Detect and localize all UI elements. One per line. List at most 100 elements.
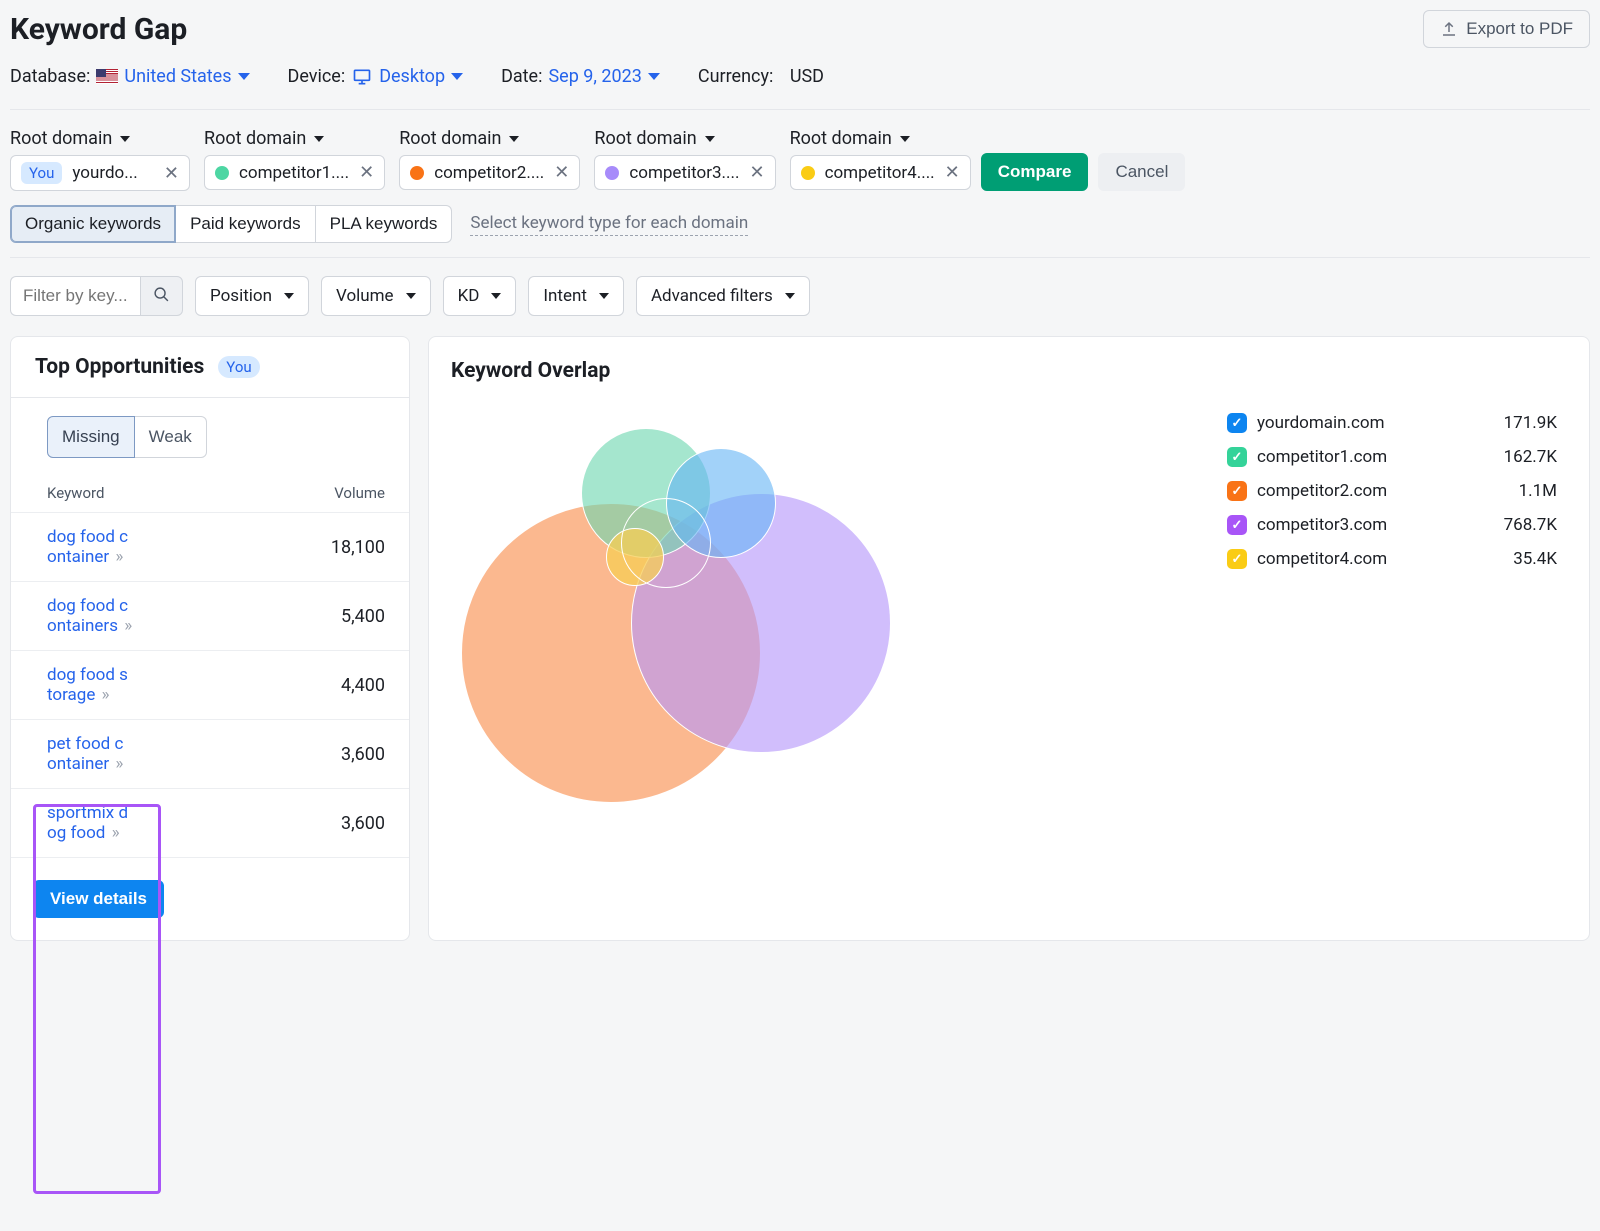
legend-row: ✓competitor1.com162.7K — [1227, 447, 1557, 467]
legend-row: ✓yourdomain.com171.9K — [1227, 413, 1557, 433]
chevron-down-icon — [120, 136, 130, 142]
legend-checkbox[interactable]: ✓ — [1227, 481, 1247, 501]
legend-checkbox[interactable]: ✓ — [1227, 413, 1247, 433]
remove-domain-icon[interactable]: ✕ — [945, 162, 960, 183]
double-chevron-icon: » — [115, 547, 123, 567]
database-selector[interactable]: Database: United States — [10, 66, 250, 87]
view-details-button[interactable]: View details — [33, 880, 164, 918]
legend-checkbox[interactable]: ✓ — [1227, 515, 1247, 535]
chevron-down-icon — [599, 293, 609, 299]
remove-domain-icon[interactable]: ✕ — [749, 162, 764, 183]
divider — [10, 257, 1590, 258]
overlap-legend: ✓yourdomain.com171.9K✓competitor1.com162… — [1227, 383, 1567, 863]
root-domain-dropdown[interactable]: Root domain — [594, 128, 775, 149]
domain-pill[interactable]: competitor4.... ✕ — [790, 155, 971, 190]
root-domain-dropdown[interactable]: Root domain — [10, 128, 190, 149]
domain-dot — [801, 166, 815, 180]
meta-row: Database: United States Device: Desktop … — [10, 66, 1590, 87]
table-row: dog food containers »5,400 — [11, 582, 409, 651]
keyword-overlap-title: Keyword Overlap — [451, 359, 1567, 383]
double-chevron-icon: » — [112, 823, 120, 843]
col-volume: Volume — [161, 474, 409, 513]
remove-domain-icon[interactable]: ✕ — [359, 162, 374, 183]
filter-volume[interactable]: Volume — [321, 276, 431, 316]
domain-dot — [410, 166, 424, 180]
volume-value: 4,400 — [161, 651, 409, 720]
volume-value: 3,600 — [161, 789, 409, 858]
tab-pla-keywords[interactable]: PLA keywords — [316, 205, 453, 243]
volume-value: 5,400 — [161, 582, 409, 651]
divider — [10, 109, 1590, 110]
filter-kd[interactable]: KD — [443, 276, 517, 316]
keyword-filter-search-button[interactable] — [140, 276, 183, 316]
legend-row: ✓competitor4.com35.4K — [1227, 549, 1557, 569]
currency-display: Currency: USD — [698, 66, 824, 87]
chevron-down-icon — [705, 136, 715, 142]
keyword-type-segmented: Organic keywords Paid keywords PLA keywo… — [10, 205, 452, 243]
tab-paid-keywords[interactable]: Paid keywords — [176, 205, 316, 243]
legend-value: 171.9K — [1504, 413, 1557, 433]
top-opportunities-title: Top Opportunities — [35, 355, 204, 379]
filter-position[interactable]: Position — [195, 276, 309, 316]
domain-dot — [605, 166, 619, 180]
you-badge: You — [218, 356, 259, 378]
tab-organic-keywords[interactable]: Organic keywords — [10, 205, 176, 243]
top-opportunities-card: Top Opportunities You Missing Weak Keywo… — [10, 336, 410, 941]
legend-value: 768.7K — [1504, 515, 1557, 535]
legend-value: 35.4K — [1513, 549, 1557, 569]
domain-pill[interactable]: competitor1.... ✕ — [204, 155, 385, 190]
chevron-down-icon — [648, 73, 660, 80]
col-keyword: Keyword — [11, 474, 161, 513]
search-icon — [153, 286, 170, 303]
device-selector[interactable]: Device: Desktop — [288, 66, 464, 87]
table-row: dog food storage »4,400 — [11, 651, 409, 720]
domain-pill[interactable]: competitor2.... ✕ — [399, 155, 580, 190]
table-row: pet food container »3,600 — [11, 720, 409, 789]
keyword-link[interactable]: dog food containers » — [11, 582, 161, 651]
legend-checkbox[interactable]: ✓ — [1227, 549, 1247, 569]
keyword-type-hint[interactable]: Select keyword type for each domain — [470, 213, 748, 236]
legend-domain-name: competitor3.com — [1257, 515, 1387, 535]
chevron-down-icon — [451, 73, 463, 80]
remove-domain-icon[interactable]: ✕ — [164, 163, 179, 184]
legend-domain-name: competitor2.com — [1257, 481, 1387, 501]
date-selector[interactable]: Date: Sep 9, 2023 — [501, 66, 660, 87]
double-chevron-icon: » — [124, 616, 132, 636]
legend-checkbox[interactable]: ✓ — [1227, 447, 1247, 467]
compare-button[interactable]: Compare — [981, 153, 1089, 191]
legend-value: 1.1M — [1519, 481, 1557, 501]
keyword-link[interactable]: sportmix dog food » — [11, 789, 161, 858]
keyword-filter-input[interactable] — [10, 276, 140, 316]
venn-diagram — [451, 383, 1207, 863]
tab-missing[interactable]: Missing — [47, 416, 135, 458]
double-chevron-icon: » — [102, 685, 110, 705]
chevron-down-icon — [900, 136, 910, 142]
us-flag-icon — [96, 69, 118, 84]
legend-domain-name: competitor1.com — [1257, 447, 1387, 467]
chevron-down-icon — [509, 136, 519, 142]
keyword-overlap-card: Keyword Overlap ✓yourdomain.com171.9K✓co… — [428, 336, 1590, 941]
cancel-button[interactable]: Cancel — [1098, 153, 1185, 191]
filter-intent[interactable]: Intent — [528, 276, 624, 316]
domain-pill[interactable]: competitor3.... ✕ — [594, 155, 775, 190]
chevron-down-icon — [314, 136, 324, 142]
root-domain-dropdown[interactable]: Root domain — [399, 128, 580, 149]
double-chevron-icon: » — [115, 754, 123, 774]
chevron-down-icon — [238, 73, 250, 80]
keyword-link[interactable]: pet food container » — [11, 720, 161, 789]
keyword-link[interactable]: dog food container » — [11, 513, 161, 582]
legend-row: ✓ competitor2.com 1.1M — [1227, 481, 1557, 501]
page-title: Keyword Gap — [10, 12, 187, 47]
keyword-filter — [10, 276, 183, 316]
root-domain-dropdown[interactable]: Root domain — [790, 128, 971, 149]
export-icon — [1440, 20, 1458, 38]
filter-advanced[interactable]: Advanced filters — [636, 276, 810, 316]
root-domain-dropdown[interactable]: Root domain — [204, 128, 385, 149]
domain-pill-you[interactable]: You yourdo... ✕ — [10, 155, 190, 191]
remove-domain-icon[interactable]: ✕ — [554, 162, 569, 183]
you-badge: You — [21, 162, 62, 184]
keyword-link[interactable]: dog food storage » — [11, 651, 161, 720]
volume-value: 3,600 — [161, 720, 409, 789]
tab-weak[interactable]: Weak — [135, 416, 207, 458]
export-pdf-button[interactable]: Export to PDF — [1423, 10, 1590, 48]
